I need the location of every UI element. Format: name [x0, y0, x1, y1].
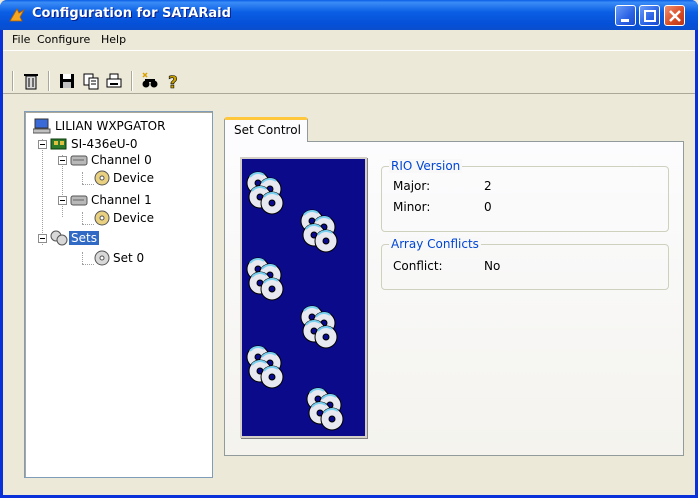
tree-item-set-0[interactable]: Set 0	[93, 250, 205, 266]
tree-line	[82, 212, 83, 224]
title-bar[interactable]: Configuration for SATARaid	[0, 0, 698, 30]
trash-icon[interactable]	[21, 71, 41, 91]
svg-text:?: ?	[168, 73, 178, 91]
close-button[interactable]	[664, 5, 685, 26]
collapse-toggle[interactable]	[58, 156, 67, 165]
tree-item-channel-1-device[interactable]: Device	[93, 210, 205, 226]
save-icon[interactable]	[57, 71, 77, 91]
array-conflicts-group: Array Conflicts Conflict: No	[381, 237, 669, 290]
menu-file[interactable]: File	[12, 33, 30, 46]
app-icon	[9, 8, 26, 22]
app-window: Configuration for SATARaid File Configur…	[0, 0, 698, 498]
toolbar-separator	[48, 71, 50, 91]
minimize-icon	[621, 19, 629, 22]
minimize-button[interactable]	[615, 5, 636, 26]
conflict-label: Conflict:	[393, 259, 443, 273]
toolbar-separator	[12, 71, 14, 91]
tree-label: Set 0	[113, 251, 145, 265]
toolbar: ?	[3, 50, 695, 94]
array-conflicts-title: Array Conflicts	[389, 237, 481, 251]
tree-label: SI-436eU-0	[71, 137, 138, 151]
menu-bar: File Configure Help	[3, 30, 695, 50]
tree-line	[82, 172, 83, 184]
disc-icon	[94, 210, 110, 226]
help-icon[interactable]: ?	[164, 71, 184, 91]
tree-label: Device	[113, 171, 155, 185]
raid-art-image	[240, 157, 367, 438]
major-value: 2	[484, 179, 492, 193]
tree-item-channel-0[interactable]: Channel 0	[57, 152, 207, 168]
tree-label-selected: Sets	[69, 231, 99, 245]
tab-set-control[interactable]: Set Control	[224, 117, 308, 142]
maximize-button[interactable]	[639, 5, 660, 26]
tree-item-channel-1[interactable]: Channel 1	[57, 192, 207, 208]
drive-icon	[70, 195, 88, 206]
close-icon	[669, 10, 681, 22]
tree-item-sets[interactable]: Sets	[37, 230, 207, 246]
collapse-toggle[interactable]	[38, 234, 47, 243]
toolbar-separator	[131, 71, 133, 91]
sets-icon	[50, 230, 68, 246]
disc-stack-illustration	[242, 159, 365, 436]
tree-label: Device	[113, 211, 155, 225]
conflict-value: No	[484, 259, 501, 273]
drive-icon	[70, 155, 88, 166]
print-icon[interactable]	[104, 71, 124, 91]
tree-label: Channel 1	[91, 193, 152, 207]
set-icon	[94, 250, 110, 266]
controller-icon	[50, 138, 67, 150]
rio-version-group: RIO Version Major: 2 Minor: 0	[381, 159, 669, 232]
computer-icon	[33, 118, 51, 134]
menu-help[interactable]: Help	[101, 33, 126, 46]
find-icon[interactable]	[140, 71, 160, 91]
minor-value: 0	[484, 200, 492, 214]
tree-label: Channel 0	[91, 153, 152, 167]
device-tree[interactable]: LILIAN WXPGATOR SI-436eU-0 Channel 0 Dev…	[24, 111, 213, 478]
window-title: Configuration for SATARaid	[32, 6, 231, 21]
tree-item-channel-0-device[interactable]: Device	[93, 170, 205, 186]
major-label: Major:	[393, 179, 431, 193]
menu-configure[interactable]: Configure	[37, 33, 90, 46]
minor-label: Minor:	[393, 200, 431, 214]
tree-item-computer[interactable]: LILIAN WXPGATOR	[33, 118, 208, 134]
tab-panel: RIO Version Major: 2 Minor: 0 Array Conf…	[224, 141, 684, 456]
collapse-toggle[interactable]	[38, 140, 47, 149]
collapse-toggle[interactable]	[58, 196, 67, 205]
tree-item-controller[interactable]: SI-436eU-0	[37, 136, 207, 152]
rio-version-title: RIO Version	[389, 159, 463, 173]
tree-label: LILIAN WXPGATOR	[55, 119, 166, 133]
disc-icon	[94, 170, 110, 186]
maximize-icon	[644, 10, 656, 22]
tree-line	[82, 252, 83, 264]
tab-label: Set Control	[234, 123, 301, 137]
copy-icon[interactable]	[81, 71, 101, 91]
